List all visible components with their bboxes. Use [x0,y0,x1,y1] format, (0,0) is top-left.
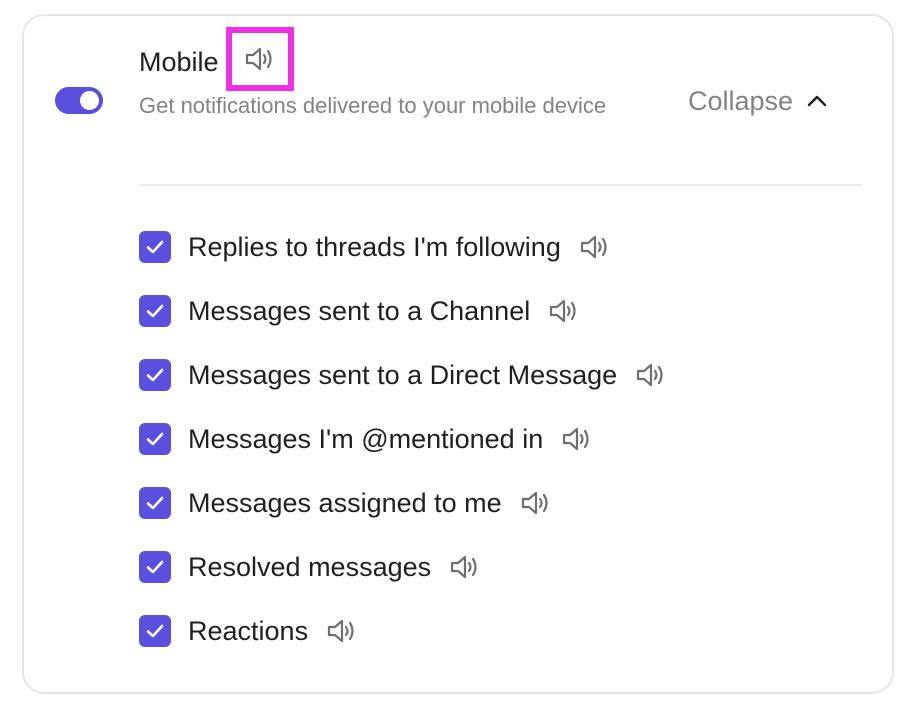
speaker-icon [521,491,548,515]
option-speaker-button[interactable] [635,361,667,389]
option-checkbox[interactable] [139,615,171,647]
notification-option: Messages sent to a Channel [139,294,580,328]
speaker-icon [451,555,477,579]
speaker-icon [563,427,589,451]
checkmark-icon [146,496,164,510]
checkmark-icon [146,304,164,318]
option-checkbox[interactable] [139,359,171,391]
option-speaker-button[interactable] [548,297,580,325]
collapse-button[interactable]: Collapse [688,84,827,118]
option-checkbox[interactable] [139,487,171,519]
option-checkbox[interactable] [139,423,171,455]
notification-option: Messages I'm @mentioned in [139,422,593,456]
notification-option: Messages sent to a Direct Message [139,358,667,392]
option-label: Reactions [188,615,309,646]
option-label: Messages I'm @mentioned in [188,423,544,454]
notification-option: Reactions [139,614,358,648]
speaker-icon [327,619,354,643]
section-divider [139,184,862,186]
notification-option: Messages assigned to me [139,486,552,520]
speaker-icon [637,363,663,387]
section-description: Get notifications delivered to your mobi… [139,93,607,118]
option-label: Messages sent to a Channel [188,295,531,326]
mobile-notifications-toggle[interactable] [55,87,103,114]
toggle-knob [80,91,99,110]
option-checkbox[interactable] [139,231,171,263]
option-label: Resolved messages [188,551,432,582]
checkmark-icon [146,560,164,574]
option-speaker-button[interactable] [579,233,611,261]
section-title: Mobile [139,47,219,77]
chevron-up-icon [807,95,827,107]
option-speaker-button[interactable] [449,553,481,581]
notification-option: Resolved messages [139,550,481,584]
option-label: Messages assigned to me [188,487,502,518]
checkmark-icon [146,432,164,446]
option-label: Messages sent to a Direct Message [188,359,618,390]
notification-option: Replies to threads I'm following [139,230,611,264]
option-label: Replies to threads I'm following [188,231,561,262]
speaker-icon [580,235,607,259]
checkmark-icon [146,368,164,382]
speaker-icon [245,47,272,71]
checkmark-icon [146,240,164,254]
title-speaker-button[interactable] [226,27,294,91]
option-checkbox[interactable] [139,551,171,583]
speaker-icon [550,299,576,323]
option-checkbox[interactable] [139,295,171,327]
checkmark-icon [146,624,164,638]
option-speaker-button[interactable] [520,489,552,517]
option-speaker-button[interactable] [326,617,358,645]
collapse-label: Collapse [688,86,794,116]
option-speaker-button[interactable] [561,425,593,453]
